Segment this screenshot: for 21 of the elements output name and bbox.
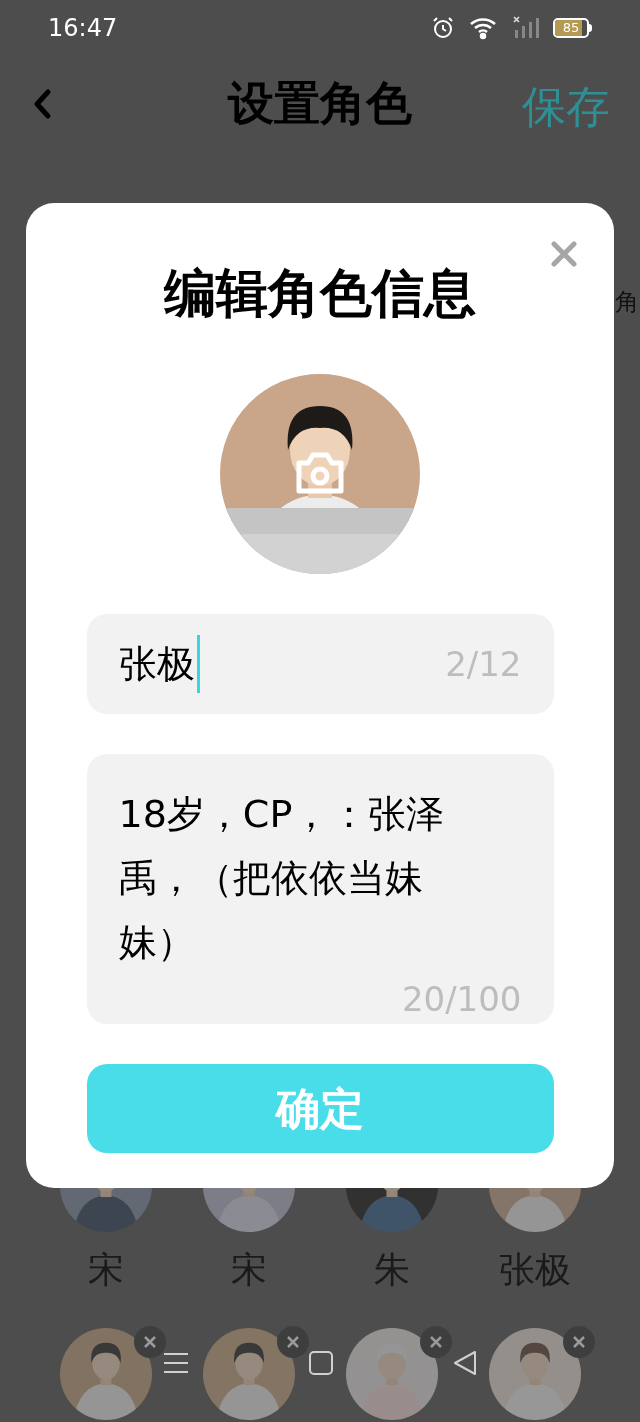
delete-badge[interactable] — [276, 1326, 309, 1358]
status-time: 16:47 — [48, 13, 118, 44]
close-icon — [429, 1336, 442, 1348]
back-icon[interactable] — [32, 88, 52, 120]
description-text: 18岁，CP，：张泽禹，（把依依当妹妹） — [118, 791, 446, 966]
alarm-icon — [431, 16, 455, 40]
home-icon[interactable] — [309, 1351, 333, 1375]
menu-icon[interactable] — [163, 1351, 189, 1375]
delete-badge[interactable] — [562, 1326, 595, 1358]
delete-badge[interactable] — [419, 1326, 452, 1358]
close-icon — [572, 1336, 585, 1348]
close-icon[interactable] — [551, 241, 577, 267]
delete-badge[interactable] — [133, 1326, 166, 1358]
signal-icon — [513, 16, 539, 40]
close-icon — [143, 1336, 156, 1348]
back-triangle-icon[interactable] — [453, 1350, 477, 1376]
background-text: 角 — [615, 287, 639, 317]
dialog-title: 编辑角色信息 — [164, 262, 476, 325]
page-title: 设置角色 — [228, 74, 412, 132]
battery-icon: 85 — [553, 18, 592, 38]
close-icon — [286, 1336, 299, 1348]
